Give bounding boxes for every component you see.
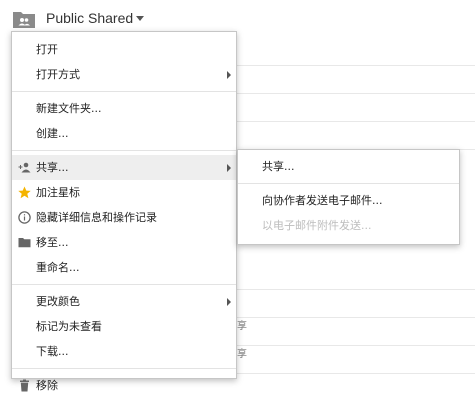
menu-item-label: 重命名... [36,261,80,274]
menu-separator [12,368,236,369]
submenu-item-share[interactable]: 共享... [238,154,459,179]
menu-item-label: 向协作者发送电子邮件... [262,194,383,207]
info-icon [18,211,31,224]
menu-item-download[interactable]: 下载... [12,339,236,364]
menu-item-label: 隐藏详细信息和操作记录 [36,211,157,224]
menu-item-open[interactable]: 打开 [12,37,236,62]
list-row [236,318,475,346]
menu-item-hide-details[interactable]: 隐藏详细信息和操作记录 [12,205,236,230]
menu-item-label: 移至... [36,236,69,249]
list-row [236,66,475,94]
list-row [236,94,475,122]
menu-item-share[interactable]: 共享... [12,155,236,180]
trash-icon [20,379,29,392]
menu-item-label: 标记为未查看 [36,320,102,333]
menu-item-label: 以电子邮件附件发送... [262,219,372,232]
list-row [236,262,475,290]
menu-item-label: 加注星标 [36,186,80,199]
menu-item-label: 更改颜色 [36,295,80,308]
menu-separator [12,284,236,285]
submenu-item-email-collaborators[interactable]: 向协作者发送电子邮件... [238,188,459,213]
chevron-right-icon [227,298,231,306]
list-row [236,290,475,318]
menu-item-open-with[interactable]: 打开方式 [12,62,236,87]
menu-item-label: 打开 [36,43,58,56]
menu-separator [238,183,459,184]
menu-item-label: 移除 [36,379,58,392]
list-cell-text: 享 [237,321,247,332]
menu-item-label: 下载... [36,345,69,358]
list-cell-text: 享 [237,349,247,360]
menu-item-label: 创建... [36,127,69,140]
list-row [236,122,475,150]
list-row [236,346,475,374]
list-row [236,38,475,66]
menu-item-label: 新建文件夹... [36,102,102,115]
chevron-right-icon [227,164,231,172]
menu-item-new-folder[interactable]: 新建文件夹... [12,96,236,121]
menu-item-mark-unviewed[interactable]: 标记为未查看 [12,314,236,339]
menu-item-move-to[interactable]: 移至... [12,230,236,255]
menu-item-add-star[interactable]: 加注星标 [12,180,236,205]
menu-item-label: 打开方式 [36,68,80,81]
menu-item-label: 共享... [262,160,295,173]
context-menu: 打开 打开方式 新建文件夹... 创建... 共享... 加注星标 隐藏详细信息… [11,31,237,392]
folder-title[interactable]: Public Shared [46,10,133,26]
menu-item-label: 共享... [36,161,69,174]
chevron-right-icon [227,71,231,79]
menu-item-change-color[interactable]: 更改颜色 [12,289,236,314]
share-submenu: 共享... 向协作者发送电子邮件... 以电子邮件附件发送... [237,149,460,245]
add-person-icon [18,162,31,173]
menu-item-rename[interactable]: 重命名... [12,255,236,280]
menu-separator [12,150,236,151]
menu-separator [12,91,236,92]
star-icon [18,186,31,199]
menu-item-create[interactable]: 创建... [12,121,236,146]
folder-icon [18,238,31,248]
shared-folder-icon[interactable] [12,9,36,29]
submenu-item-send-as-attachment: 以电子邮件附件发送... [238,213,459,238]
caret-down-icon[interactable] [136,16,144,21]
menu-item-remove[interactable]: 移除 [12,373,236,398]
